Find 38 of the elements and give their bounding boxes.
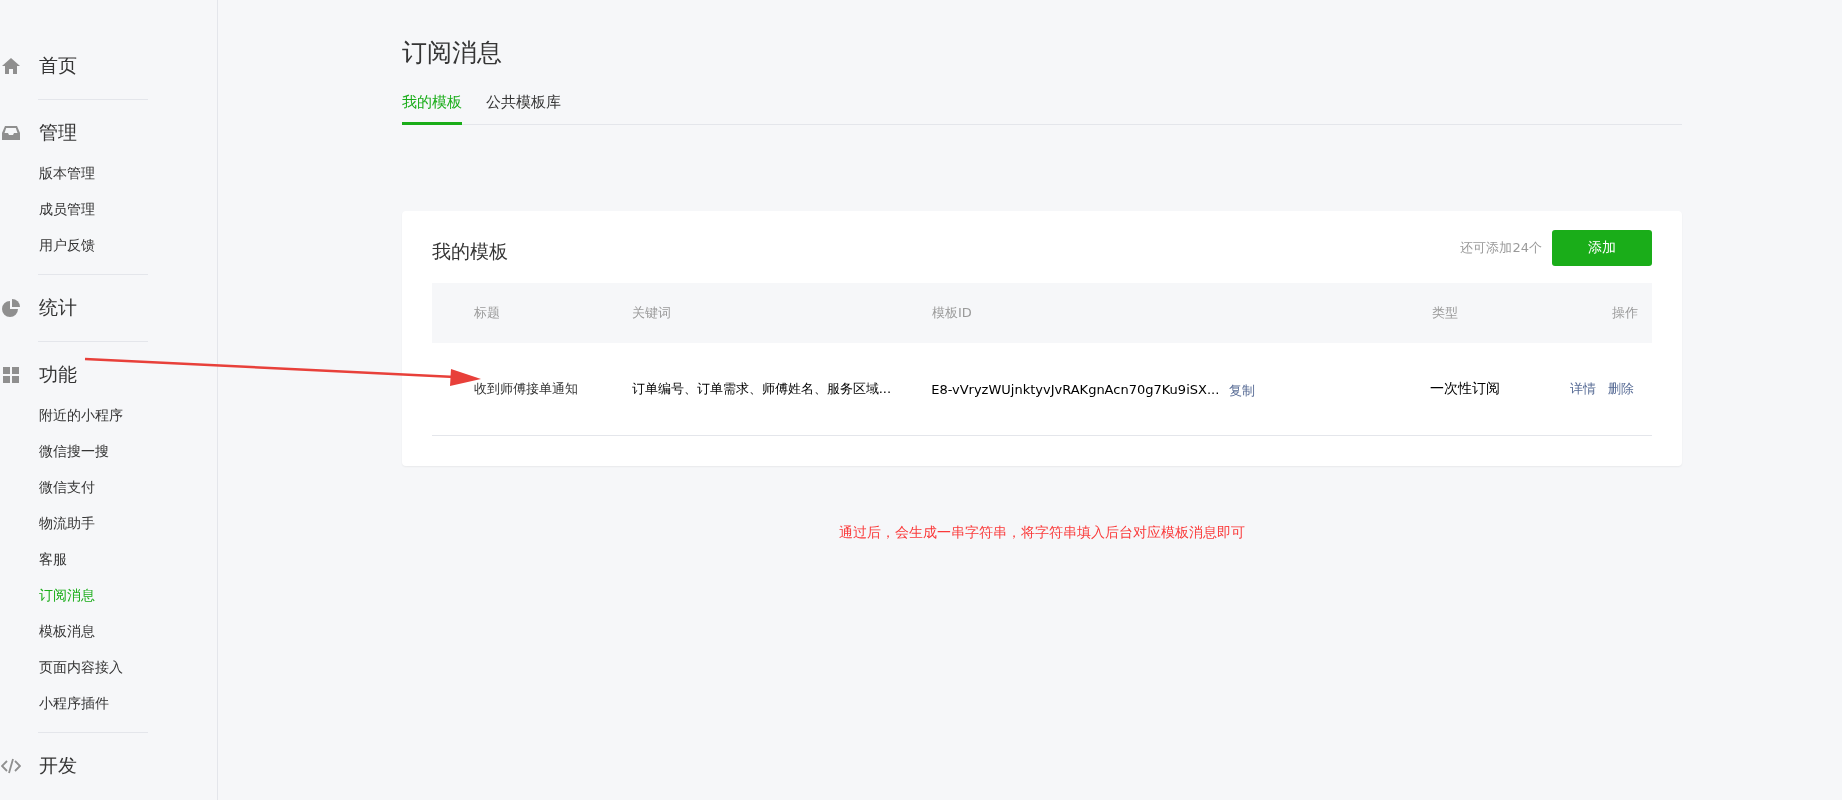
inbox-icon [1, 123, 21, 143]
sidebar-section[interactable]: 管理 [0, 111, 217, 155]
tab[interactable]: 公共模板库 [486, 87, 561, 125]
column-header: 模板ID [932, 304, 973, 322]
sidebar-item[interactable]: 版本管理 [39, 155, 95, 191]
sidebar-item[interactable]: 微信支付 [39, 469, 95, 505]
sidebar-section[interactable]: 统计 [0, 286, 217, 330]
sidebar-item[interactable]: 模板消息 [39, 613, 95, 649]
page-title: 订阅消息 [402, 37, 503, 69]
sidebar-section[interactable]: 开发 [0, 744, 217, 788]
action-link[interactable]: 详情 [1570, 380, 1596, 398]
copy-link[interactable]: 复制 [1229, 382, 1256, 400]
table-cell-text: 收到师傅接单通知 [473, 380, 579, 398]
column-header: 类型 [1432, 304, 1459, 322]
sidebar-item[interactable]: 客服 [39, 541, 67, 577]
sidebar-item[interactable]: 小程序插件 [39, 685, 109, 721]
sidebar-item[interactable]: 物流助手 [39, 505, 95, 541]
sidebar-item[interactable]: 成员管理 [39, 191, 95, 227]
sidebar-section[interactable]: 首页 [0, 44, 217, 88]
table-cell-text: 订单编号、订单需求、师傅姓名、服务区域... [631, 380, 893, 398]
action-link[interactable]: 删除 [1608, 380, 1634, 398]
sidebar-item[interactable]: 附近的小程序 [39, 397, 123, 433]
note-text: 通过后，会生成一串字符串，将字符串填入后台对应模板消息即可 [838, 524, 1246, 542]
sidebar-section[interactable]: 功能 [0, 353, 217, 397]
table-cell-text: 一次性订阅 [1430, 380, 1502, 398]
column-header: 标题 [473, 304, 501, 322]
table-cell: E8-vVryzWUjnktyvJvRAKgnAcn70g7Ku9iSX... [931, 381, 1220, 397]
grid-icon [1, 365, 21, 385]
sidebar-item[interactable]: 页面内容接入 [39, 649, 123, 685]
sidebar-item[interactable]: 微信搜一搜 [39, 433, 109, 469]
sidebar-item[interactable]: 用户反馈 [39, 227, 95, 263]
code-icon [1, 756, 21, 776]
home-icon [1, 56, 21, 76]
column-header: 关键词 [632, 304, 672, 322]
column-header: 操作 [1611, 304, 1639, 322]
card-title: 我的模板 [432, 239, 509, 264]
remaining-count: 还可添加24个 [1460, 239, 1542, 257]
pie-chart-icon [1, 298, 21, 318]
